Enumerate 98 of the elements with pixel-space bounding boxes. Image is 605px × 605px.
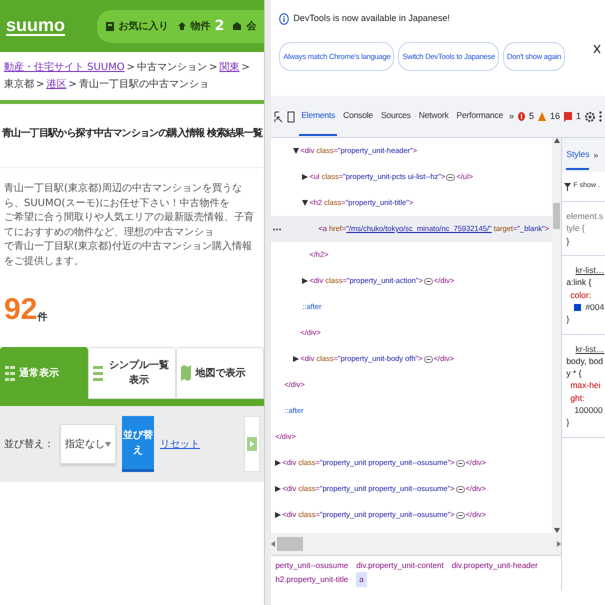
- kebab-menu-icon[interactable]: [599, 111, 602, 122]
- breadcrumb-link[interactable]: 東京都: [4, 77, 34, 92]
- more-panes-button[interactable]: »: [593, 148, 598, 162]
- inspect-icon[interactable]: [274, 110, 284, 122]
- collapsed-arrow-icon[interactable]: [275, 512, 282, 518]
- view-tab[interactable]: シンプル一覧表示: [88, 347, 176, 399]
- device-icon[interactable]: [287, 110, 296, 122]
- list-icon: [5, 365, 15, 381]
- description-line: で青山一丁目駅(東京都)付近の中古マンション購入情報をご提供します。: [4, 240, 253, 268]
- breadcrumb-link[interactable]: 中古マンション: [137, 60, 208, 75]
- rule-close-brace: }: [566, 416, 570, 429]
- scrollbar-thumb[interactable]: [553, 203, 560, 229]
- sort-label: 並び替え：: [4, 438, 54, 452]
- dropdown-arrow-icon: [105, 442, 111, 446]
- dom-breadcrumb[interactable]: h2.property_unit-title: [275, 574, 348, 585]
- header-link[interactable]: お気に入り: [104, 18, 169, 34]
- breadcrumb-separator: >: [209, 61, 218, 75]
- error-count: 5: [529, 110, 534, 123]
- result-count: 92: [4, 295, 38, 325]
- breadcrumb-separator: >: [126, 61, 136, 75]
- header-link[interactable]: 会: [232, 18, 256, 34]
- dom-breadcrumb[interactable]: perty_unit--osusume: [275, 560, 348, 572]
- property-value: 100000: [574, 404, 603, 416]
- collapsed-arrow-icon[interactable]: [275, 486, 282, 492]
- expanded-arrow-icon[interactable]: [293, 148, 300, 154]
- ellipsis-icon: [424, 356, 433, 363]
- devtools-tab[interactable]: Elements: [299, 97, 338, 136]
- breadcrumb-separator: >: [241, 61, 250, 75]
- description-line: ご希望に合う間取りや人気エリアの最新販売情報、子育てにおすすめの物件など、理想の中古マンショ: [4, 211, 255, 240]
- sort-button[interactable]: 並び替え: [122, 416, 154, 472]
- reset-link[interactable]: リセット: [160, 436, 200, 452]
- sort-select[interactable]: 指定なし: [60, 424, 116, 464]
- header-link[interactable]: 物件 2: [176, 16, 224, 36]
- dom-breadcrumb[interactable]: a: [356, 572, 367, 587]
- close-icon[interactable]: [593, 44, 601, 54]
- map-icon: [181, 365, 192, 381]
- collapsed-arrow-icon[interactable]: [275, 460, 282, 466]
- info-icon: [279, 12, 290, 25]
- rule-selector: element.style {: [566, 210, 604, 235]
- rule-source-link[interactable]: kr-list…: [566, 342, 604, 355]
- rule-selector: a:link {: [566, 276, 592, 289]
- breadcrumb-link[interactable]: 港区: [46, 77, 66, 92]
- horizontal-scrollbar[interactable]: [271, 533, 562, 555]
- expanded-arrow-icon[interactable]: [302, 200, 308, 206]
- flag-icon: [564, 112, 572, 122]
- sort-select-value: 指定なし: [65, 438, 105, 452]
- property-name: color:: [569, 288, 592, 301]
- scroll-right-icon: [557, 541, 562, 547]
- color-swatch[interactable]: [574, 304, 582, 311]
- collapsed-arrow-icon[interactable]: [302, 174, 308, 180]
- more-tabs-button[interactable]: »: [509, 110, 514, 124]
- rule-close-brace: }: [566, 234, 570, 247]
- more-icon: [273, 228, 282, 231]
- header-link-label: 物件: [190, 20, 211, 34]
- filter-icon: [564, 182, 572, 190]
- issue-count: 1: [576, 110, 582, 123]
- breadcrumb-link[interactable]: 動産・住宅サイト SUUMO: [4, 60, 125, 75]
- devtools-tab[interactable]: Performance: [454, 97, 505, 136]
- scrollbar-thumb[interactable]: [277, 537, 304, 551]
- dom-breadcrumb[interactable]: div.property_unit-content: [356, 560, 444, 572]
- description-line: 青山一丁目駅(東京都)周辺の中古マンションを買うなら、SUUMO(スーモ)にお任せ下さい！中古物件を: [4, 182, 243, 210]
- settings-icon[interactable]: [585, 112, 596, 122]
- dom-breadcrumb[interactable]: div.property_unit-header: [452, 560, 538, 572]
- bookmark-icon: [104, 21, 115, 31]
- devtools-tab[interactable]: Console: [341, 97, 375, 136]
- page-title: 青山一丁目駅から探す中古マンションの購入情報 検索結果一覧: [0, 104, 264, 168]
- styles-tab[interactable]: Styles: [566, 140, 590, 170]
- item-count: 2: [214, 16, 224, 36]
- ellipsis-icon: [456, 486, 465, 493]
- scrollbar[interactable]: [552, 138, 562, 533]
- rule-close-brace: }: [566, 313, 570, 326]
- breadcrumb-separator: >: [68, 78, 77, 92]
- notice-text: DevTools is now available in Japanese!: [293, 12, 450, 25]
- devtools-tab[interactable]: Sources: [378, 97, 413, 136]
- breadcrumb-current: 青山一丁目駅の中古マンショ: [78, 78, 209, 92]
- count-unit: 件: [37, 310, 48, 325]
- rule-selector: body, body * {: [566, 354, 604, 380]
- list-icon: [93, 365, 104, 381]
- collapsed-arrow-icon[interactable]: [302, 278, 308, 284]
- building-icon: [232, 21, 242, 31]
- ellipsis-icon: [456, 512, 465, 519]
- warning-count: 16: [550, 110, 560, 123]
- breadcrumb-link[interactable]: 関東: [219, 60, 240, 75]
- rule-source-link[interactable]: kr-list…: [566, 264, 604, 276]
- devtools-tab[interactable]: Network: [416, 97, 451, 136]
- breadcrumb-separator: >: [36, 78, 44, 92]
- header-link-label: お気に入り: [118, 20, 169, 34]
- property-value: #004: [585, 300, 604, 314]
- error-icon: [518, 112, 526, 121]
- warning-icon: [538, 112, 546, 121]
- collapsed-arrow-icon[interactable]: [293, 356, 300, 362]
- ellipsis-icon: [446, 174, 456, 181]
- view-tab[interactable]: 地図で表示: [176, 347, 264, 399]
- ellipsis-icon: [424, 278, 433, 285]
- play-icon: [247, 437, 258, 451]
- property-name: max-height:: [569, 379, 602, 404]
- ellipsis-icon: [456, 460, 465, 467]
- header-link-label: 会: [246, 20, 256, 34]
